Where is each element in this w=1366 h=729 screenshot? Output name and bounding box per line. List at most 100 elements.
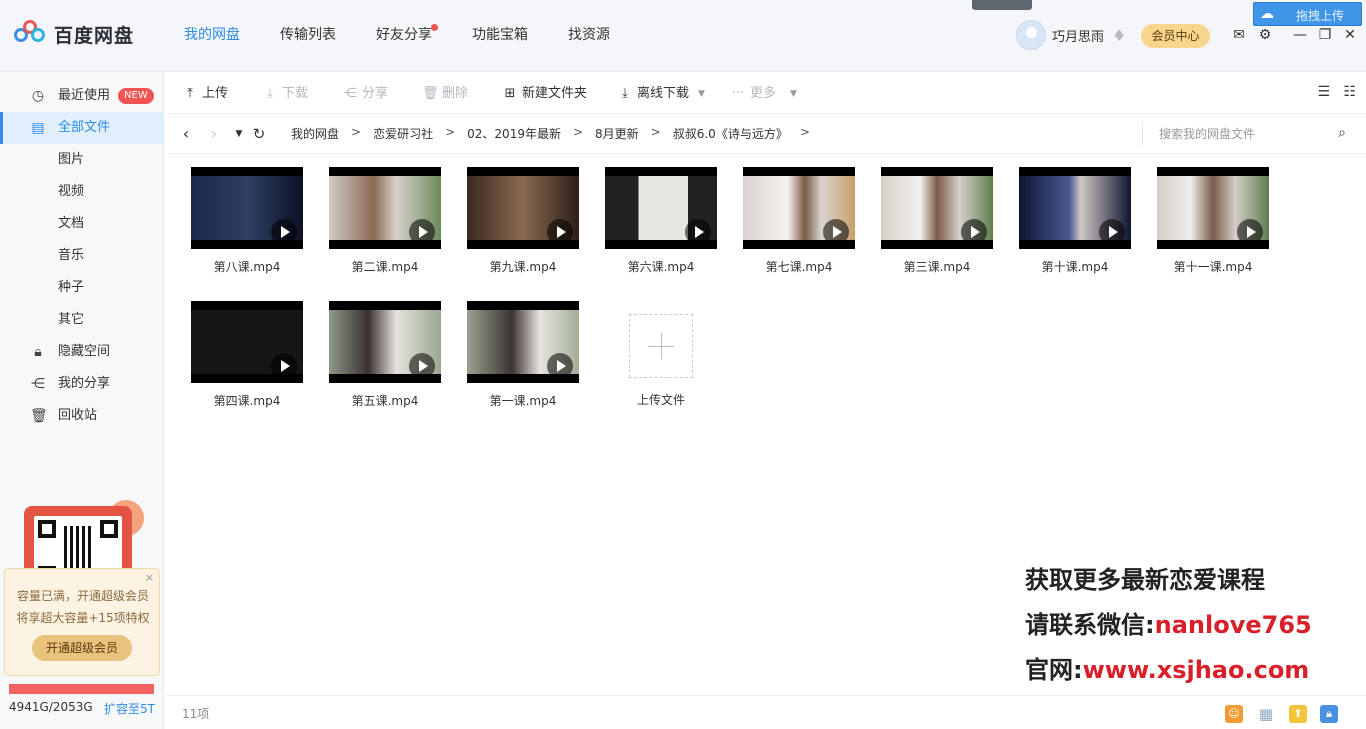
forward-icon[interactable]: › bbox=[205, 124, 223, 144]
username[interactable]: 巧月思雨 bbox=[1052, 26, 1104, 45]
upload-arrow-icon[interactable]: ⬆ bbox=[1289, 705, 1307, 723]
file-name: 第四课.mp4 bbox=[213, 394, 281, 408]
promo-line-2: 将享超大容量+15项特权 bbox=[16, 611, 150, 625]
new-folder-button[interactable]: ⊞ 新建文件夹 bbox=[502, 85, 587, 103]
sidebar-item-torrents[interactable]: 种子 bbox=[58, 272, 84, 304]
vip-center-button[interactable]: 会员中心 bbox=[1141, 24, 1210, 48]
sort-icon[interactable]: ☰ bbox=[1317, 84, 1330, 100]
nav-tab-find-resources[interactable]: 找资源 bbox=[554, 0, 624, 72]
video-thumbnail bbox=[329, 301, 441, 383]
sidebar-item-videos[interactable]: 视频 bbox=[58, 176, 84, 208]
upload-file-button[interactable] bbox=[629, 314, 693, 378]
file-tile[interactable]: 第三课.mp4 bbox=[869, 154, 999, 278]
window-drag-handle[interactable] bbox=[972, 0, 1032, 10]
restore-icon[interactable]: ❐ bbox=[1316, 26, 1334, 44]
play-icon bbox=[961, 219, 987, 245]
user-profile[interactable]: 巧月思雨 ♦ bbox=[1016, 20, 1126, 50]
mail-icon[interactable]: ✉ bbox=[1230, 26, 1248, 44]
nav-tab-label: 传输列表 bbox=[280, 27, 336, 43]
sidebar-item-recent[interactable]: ◷ 最近使用 NEW bbox=[0, 80, 163, 112]
quota-usage-text: 4941G/2053G bbox=[9, 700, 93, 714]
file-tile[interactable]: 第十一课.mp4 bbox=[1145, 154, 1275, 278]
breadcrumb-item[interactable]: 02、2019年最新 bbox=[467, 125, 561, 143]
promo-watermark-line-2: 请联系微信:nanlove765 bbox=[1025, 605, 1312, 640]
play-icon bbox=[271, 353, 297, 379]
play-icon bbox=[685, 219, 711, 245]
nav-tab-label: 找资源 bbox=[568, 27, 610, 43]
file-name: 第十课.mp4 bbox=[1041, 260, 1109, 274]
apps-grid-icon[interactable]: ▦ bbox=[1257, 705, 1275, 723]
promo-close-icon[interactable]: × bbox=[145, 571, 154, 584]
play-icon bbox=[1099, 219, 1125, 245]
upload-file-label[interactable]: 上传文件 bbox=[637, 391, 685, 408]
history-dropdown-icon[interactable]: ▼ bbox=[230, 124, 248, 144]
nav-tab-friend-share[interactable]: 好友分享 bbox=[362, 0, 446, 72]
file-tile[interactable]: 第七课.mp4 bbox=[731, 154, 861, 278]
lock-icon[interactable]: 🔒︎ bbox=[1320, 705, 1338, 723]
upload-button[interactable]: ⤒ 上传 bbox=[182, 85, 228, 103]
file-tile[interactable]: 第十课.mp4 bbox=[1007, 154, 1137, 278]
nav-tab-label: 功能宝箱 bbox=[472, 27, 528, 43]
file-name: 第七课.mp4 bbox=[765, 260, 833, 274]
sidebar-item-others[interactable]: 其它 bbox=[58, 304, 84, 336]
open-super-vip-button[interactable]: 开通超级会员 bbox=[32, 635, 132, 661]
grid-view-icon[interactable]: ☷ bbox=[1343, 84, 1356, 100]
share-button[interactable]: ⋲ 分享 bbox=[342, 85, 389, 103]
sidebar-item-recycle-bin[interactable]: 🗑︎ 回收站 bbox=[0, 400, 163, 432]
nav-tab-toolbox[interactable]: 功能宝箱 bbox=[458, 0, 542, 72]
breadcrumb-item[interactable]: 恋爱研习社 bbox=[373, 125, 433, 143]
refresh-icon[interactable]: ↻ bbox=[250, 124, 268, 144]
badge-icon[interactable]: ☺ bbox=[1225, 705, 1243, 723]
sidebar-item-documents[interactable]: 文档 bbox=[58, 208, 84, 240]
minimize-icon[interactable]: — bbox=[1291, 26, 1309, 44]
video-thumbnail bbox=[191, 301, 303, 383]
file-tile[interactable]: 第四课.mp4 bbox=[179, 288, 309, 412]
sidebar-item-my-shares[interactable]: ⋲ 我的分享 bbox=[0, 368, 163, 400]
chevron-down-icon[interactable]: ▼ bbox=[698, 85, 705, 103]
back-icon[interactable]: ‹ bbox=[177, 124, 195, 144]
avatar[interactable] bbox=[1016, 20, 1046, 50]
nav-tab-my-disk[interactable]: 我的网盘 bbox=[170, 0, 254, 72]
nav-tab-label: 好友分享 bbox=[376, 27, 432, 43]
app-title: 百度网盘 bbox=[54, 24, 135, 47]
more-label: 更多 bbox=[750, 86, 777, 101]
file-name: 第五课.mp4 bbox=[351, 394, 419, 408]
nav-tab-label: 我的网盘 bbox=[184, 27, 240, 43]
file-tile[interactable]: 第五课.mp4 bbox=[317, 288, 447, 412]
file-tile[interactable]: 第八课.mp4 bbox=[179, 154, 309, 278]
file-name: 第三课.mp4 bbox=[903, 260, 971, 274]
video-thumbnail bbox=[467, 167, 579, 249]
search-icon[interactable]: ⌕ bbox=[1338, 125, 1346, 141]
more-button[interactable]: ··· 更多 bbox=[730, 85, 776, 103]
file-icon: ▤ bbox=[31, 120, 45, 136]
breadcrumb-item[interactable]: 8月更新 bbox=[595, 125, 639, 143]
sidebar-item-hidden-space[interactable]: 🔒︎ 隐藏空间 bbox=[0, 336, 163, 368]
download-icon: ⤓ bbox=[267, 86, 273, 101]
expand-quota-link[interactable]: 扩容至5T bbox=[104, 700, 155, 717]
file-tile[interactable]: 第九课.mp4 bbox=[455, 154, 585, 278]
download-button[interactable]: ⤓ 下载 bbox=[262, 85, 308, 103]
search-input[interactable] bbox=[1159, 125, 1329, 143]
sidebar-item-music[interactable]: 音乐 bbox=[58, 240, 84, 272]
breadcrumb-item[interactable]: 叔叔6.0《诗与远方》 bbox=[673, 125, 788, 143]
sidebar-item-all-files[interactable]: ▤ 全部文件 bbox=[0, 112, 163, 144]
nav-tab-transfer-list[interactable]: 传输列表 bbox=[266, 0, 350, 72]
sidebar-item-images[interactable]: 图片 bbox=[58, 144, 84, 176]
breadcrumb-separator[interactable]: > bbox=[800, 125, 810, 143]
file-toolbar: ⤒ 上传 ⤓ 下载 ⋲ 分享 🗑︎ 删除 ⊞ 新建文件夹 ⤓ 离线下载 ▼ ··· 更多 ▼ … bbox=[165, 72, 1366, 114]
close-icon[interactable]: ✕ bbox=[1341, 26, 1359, 44]
offline-download-button[interactable]: ⤓ 离线下载 bbox=[617, 85, 689, 103]
drag-upload-tip[interactable]: ☁ 拖拽上传 bbox=[1253, 2, 1362, 26]
breadcrumb-item[interactable]: 我的网盘 bbox=[291, 125, 339, 143]
file-tile[interactable]: 第六课.mp4 bbox=[593, 154, 723, 278]
chevron-down-icon[interactable]: ▼ bbox=[790, 85, 797, 103]
delete-button[interactable]: 🗑︎ 删除 bbox=[422, 85, 468, 103]
play-icon bbox=[547, 353, 573, 379]
settings-icon[interactable]: ⚙ bbox=[1256, 26, 1274, 44]
vip-diamond-icon: ♦ bbox=[1112, 25, 1127, 45]
file-tile[interactable]: 第二课.mp4 bbox=[317, 154, 447, 278]
video-thumbnail bbox=[191, 167, 303, 249]
file-tile[interactable]: 第一课.mp4 bbox=[455, 288, 585, 412]
share-icon: ⋲ bbox=[31, 376, 45, 392]
file-name: 第九课.mp4 bbox=[489, 260, 557, 274]
